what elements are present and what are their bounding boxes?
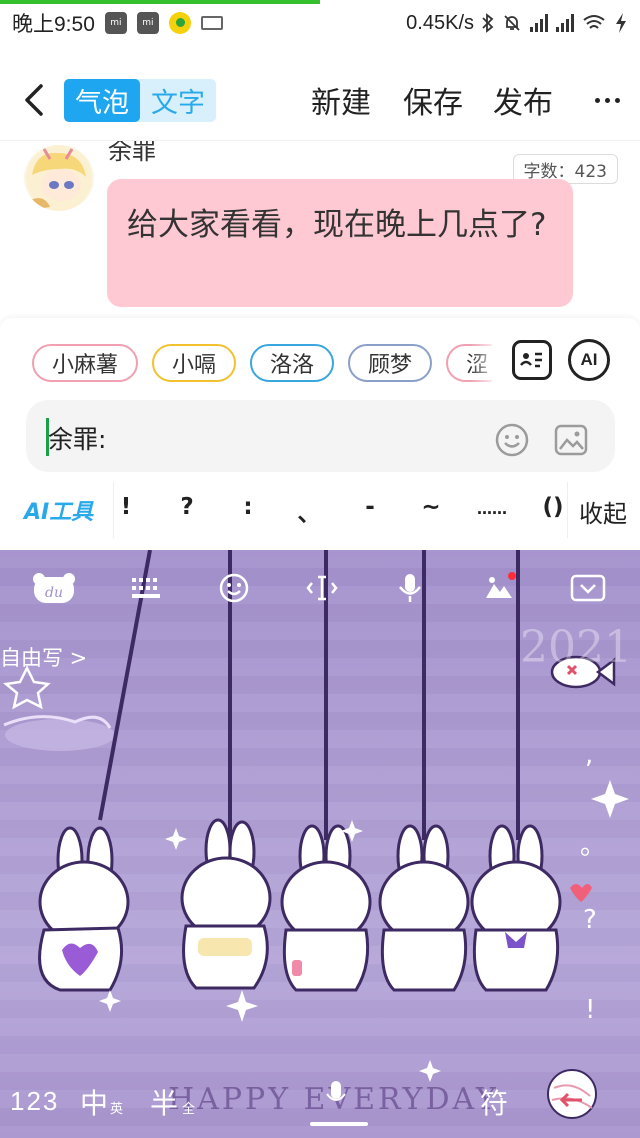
message-bubble[interactable]: 给大家看看，现在晚上几点了? [107, 179, 573, 307]
app-notification-icon [168, 12, 191, 34]
status-time: 晚上9:50 [12, 13, 95, 36]
chinese-english-toggle[interactable]: 中英 [80, 1082, 123, 1122]
keyboard-layout-icon[interactable] [126, 568, 166, 608]
key-exclaim[interactable]: ! [585, 995, 595, 1025]
punct-exclaim[interactable]: ! [106, 494, 146, 520]
punctuation-toolbar: AI工具 ! ? : 、 - ~ …… () 收起 [0, 478, 640, 540]
signal-icon [530, 14, 548, 32]
punct-question[interactable]: ? [167, 494, 207, 520]
en-label: 英 [110, 1102, 124, 1117]
more-horizontal-icon [595, 97, 600, 103]
ime-keyboard: 2021 du 自由写 > , 。 ? ! HAPPY EVERYDAY 123… [0, 550, 640, 1138]
punct-colon[interactable]: : [228, 494, 268, 520]
publish-button[interactable]: 发布 [493, 78, 553, 122]
tab-text[interactable]: 文字 [140, 79, 216, 122]
half-label: 半 [150, 1087, 179, 1120]
image-icon[interactable] [553, 422, 589, 458]
contact-card-icon [520, 352, 542, 368]
ai-tools-button[interactable]: AI工具 [24, 494, 93, 526]
charging-icon [616, 13, 626, 33]
character-list-button[interactable] [512, 340, 552, 380]
character-chip[interactable]: 顾梦 [348, 344, 433, 382]
network-speed: 0.45K/s [406, 11, 474, 34]
character-chip[interactable]: 小嗝 [152, 344, 237, 382]
skin-theme-icon[interactable] [478, 568, 518, 608]
punct-tilde[interactable]: ~ [411, 494, 451, 520]
signal-icon [556, 14, 574, 32]
message-input[interactable]: 余罪: [26, 400, 615, 472]
status-bar: 晚上9:50 mi mi 0.45K/s [0, 4, 640, 42]
emoji-icon[interactable] [214, 568, 254, 608]
chevron-left-icon [25, 84, 43, 116]
keyboard-notification-icon [200, 16, 223, 30]
character-chip-list[interactable]: 小麻薯 小嗝 洛洛 顾梦 涩 [32, 344, 492, 384]
mute-icon [504, 15, 520, 31]
bluetooth-icon [482, 13, 494, 33]
back-button[interactable] [14, 78, 54, 122]
avatar[interactable] [24, 145, 94, 211]
free-write-button[interactable]: 自由写 > [0, 642, 87, 672]
punct-ellipsis[interactable]: …… [472, 500, 512, 518]
key-question[interactable]: ? [583, 905, 597, 935]
full-label: 全 [182, 1102, 196, 1117]
new-button[interactable]: 新建 [311, 78, 371, 122]
zh-label: 中 [80, 1087, 109, 1120]
more-button[interactable] [595, 78, 620, 122]
mode-toggle: 气泡 文字 [64, 79, 216, 122]
du-logo-icon[interactable]: du [30, 568, 78, 608]
punct-dash[interactable]: - [350, 494, 390, 520]
mi-notification-icon: mi [136, 12, 159, 34]
message-input-text: 余罪: [48, 425, 107, 454]
symbol-key[interactable]: 符 [480, 1082, 508, 1122]
punct-parentheses[interactable]: () [533, 494, 573, 520]
collapse-button[interactable]: 收起 [579, 494, 627, 529]
cursor-move-icon[interactable] [302, 568, 342, 608]
character-chip[interactable]: 洛洛 [250, 344, 335, 382]
key-comma[interactable]: , [585, 740, 593, 770]
character-chip[interactable]: 小麻薯 [32, 344, 139, 382]
emoji-icon[interactable] [494, 422, 530, 458]
composer-panel: 小麻薯 小嗝 洛洛 顾梦 涩 AI 余罪: AI工具 ! ? : 、 - ~ …… [0, 318, 640, 550]
ai-button[interactable]: AI [568, 339, 610, 381]
year-watermark: 2021 [520, 622, 632, 673]
punctuation-list: ! ? : 、 - ~ …… () [113, 482, 568, 538]
sender-name: 余罪 [108, 140, 156, 165]
voice-mic-icon[interactable] [326, 1080, 346, 1110]
number-key[interactable]: 123 [10, 1086, 59, 1117]
chat-preview: 余罪 字数：423 给大家看看，现在晚上几点了? [0, 140, 640, 318]
half-full-width-toggle[interactable]: 半全 [150, 1082, 195, 1122]
svg-text:du: du [45, 585, 63, 601]
editor-header: 气泡 文字 新建 保存 发布 [0, 62, 640, 140]
save-button[interactable]: 保存 [403, 78, 463, 122]
keyboard-bottom-row: HAPPY EVERYDAY 123 中英 半全 符 [0, 1070, 640, 1130]
microphone-icon[interactable] [390, 568, 430, 608]
chip-fade [470, 344, 500, 384]
wifi-icon [583, 15, 605, 29]
mi-notification-icon: mi [104, 12, 127, 34]
tab-bubble[interactable]: 气泡 [64, 79, 140, 122]
key-period[interactable]: 。 [580, 825, 606, 862]
hide-keyboard-icon[interactable] [568, 568, 608, 608]
punct-dunhao[interactable]: 、 [289, 494, 329, 528]
space-key[interactable] [310, 1122, 368, 1126]
